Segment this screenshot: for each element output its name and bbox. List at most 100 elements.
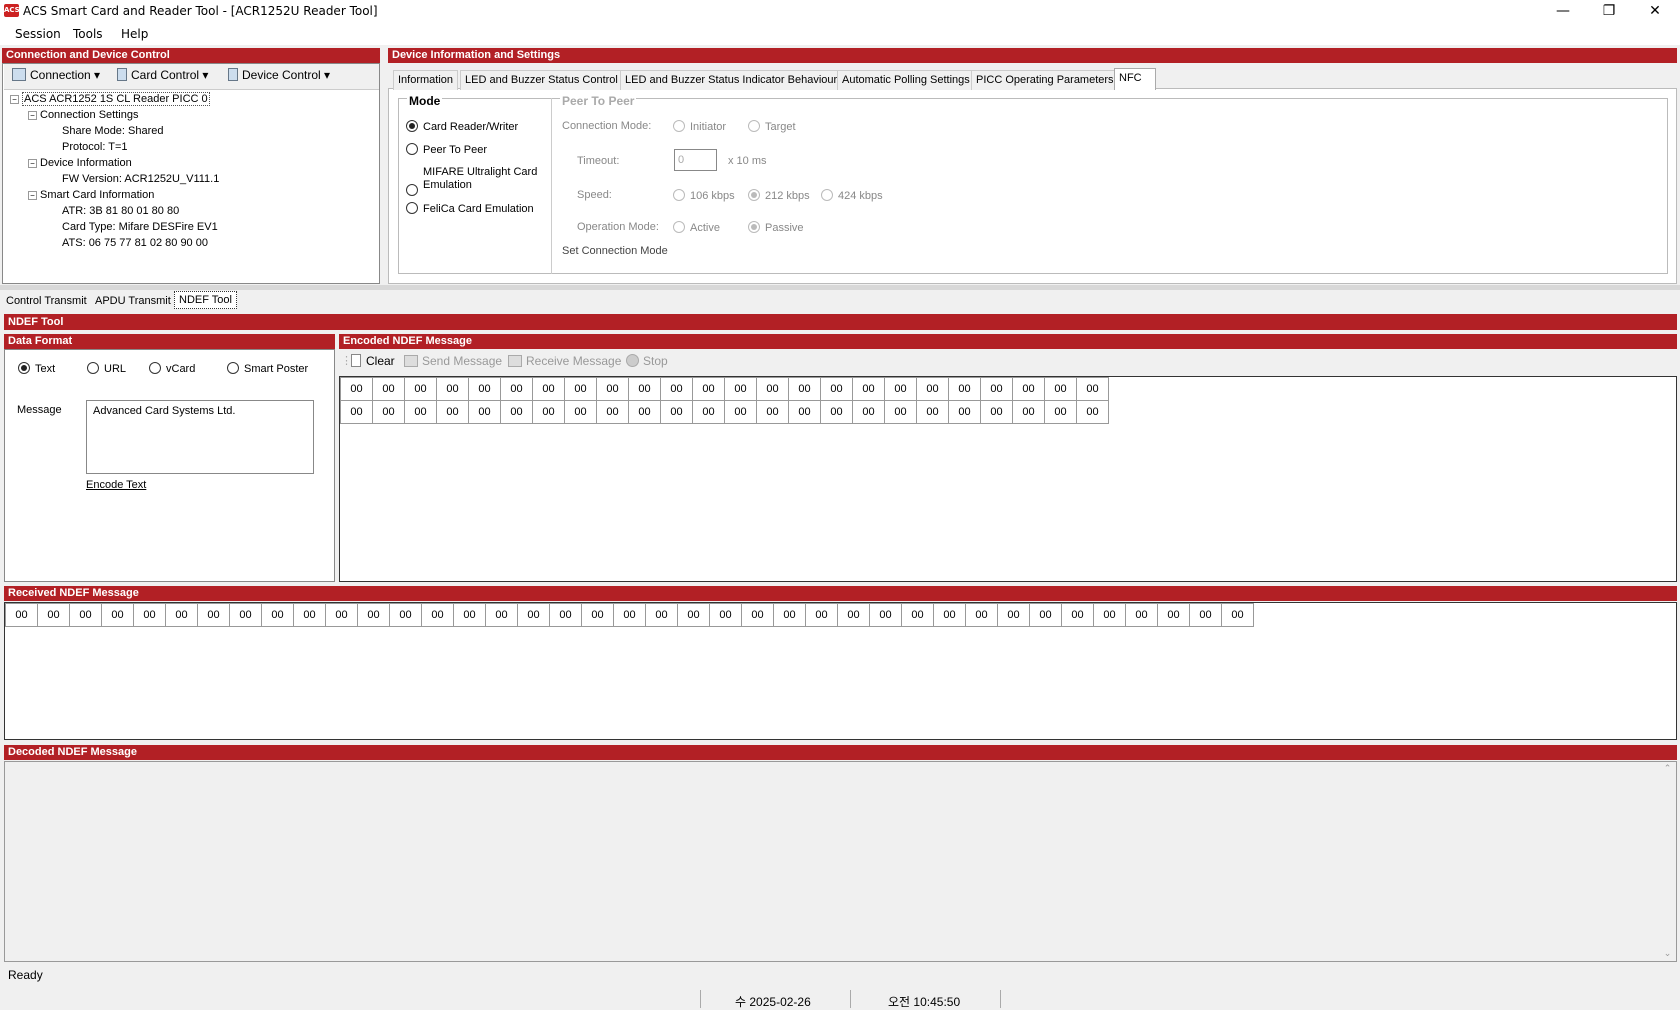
radio-icon[interactable] [673,221,685,233]
radio-icon[interactable] [748,221,760,233]
byte-cell[interactable]: 00 [404,377,437,401]
set-connection-mode-button[interactable]: Set Connection Mode [562,245,668,257]
byte-cell[interactable]: 00 [692,400,725,424]
byte-cell[interactable]: 00 [1076,400,1109,424]
tree-protocol[interactable]: Protocol: T=1 [62,141,128,153]
byte-cell[interactable]: 00 [660,400,693,424]
byte-cell[interactable]: 00 [517,603,550,627]
byte-cell[interactable]: 00 [468,400,501,424]
byte-cell[interactable]: 00 [613,603,646,627]
tab-control-transmit[interactable]: Control Transmit [2,292,91,312]
device-control-dropdown[interactable]: Device Control ▾ [228,68,330,82]
byte-cell[interactable]: 00 [1125,603,1158,627]
format-vcard[interactable]: vCard [149,362,195,375]
radio-icon[interactable] [406,184,418,196]
speed-212[interactable]: 212 kbps [748,189,810,202]
tree-smart-card-information[interactable]: − Smart Card Information [28,189,154,201]
byte-cell[interactable]: 00 [660,377,693,401]
tab-picc-parameters[interactable]: PICC Operating Parameters [971,70,1119,90]
byte-cell[interactable]: 00 [933,603,966,627]
byte-cell[interactable]: 00 [101,603,134,627]
byte-cell[interactable]: 00 [500,400,533,424]
splitter[interactable] [0,285,1680,290]
message-textarea[interactable]: Advanced Card Systems Ltd. [86,400,314,474]
byte-cell[interactable]: 00 [325,603,358,627]
radio-icon[interactable] [748,120,760,132]
byte-cell[interactable]: 00 [389,603,422,627]
byte-cell[interactable]: 00 [1061,603,1094,627]
minimize-button[interactable]: — [1540,0,1586,23]
byte-cell[interactable]: 00 [1189,603,1222,627]
byte-cell[interactable]: 00 [261,603,294,627]
radio-icon[interactable] [406,143,418,155]
radio-icon[interactable] [227,362,239,374]
menu-session[interactable]: Session [15,27,61,41]
byte-cell[interactable]: 00 [788,377,821,401]
receive-message-button[interactable]: Receive Message [508,354,621,368]
menu-tools[interactable]: Tools [73,27,103,41]
byte-cell[interactable]: 00 [820,400,853,424]
radio-icon[interactable] [149,362,161,374]
tree-connection-settings[interactable]: − Connection Settings [28,109,138,121]
byte-cell[interactable]: 00 [741,603,774,627]
byte-cell[interactable]: 00 [564,377,597,401]
tab-automatic-polling[interactable]: Automatic Polling Settings [837,70,975,90]
byte-cell[interactable]: 00 [1029,603,1062,627]
connection-dropdown[interactable]: Connection ▾ [12,68,100,82]
byte-cell[interactable]: 00 [692,377,725,401]
collapse-icon[interactable]: − [28,159,37,168]
byte-cell[interactable]: 00 [404,400,437,424]
byte-cell[interactable]: 00 [901,603,934,627]
byte-cell[interactable]: 00 [549,603,582,627]
menu-help[interactable]: Help [121,27,148,41]
byte-cell[interactable]: 00 [628,377,661,401]
scroll-down-icon[interactable]: ⌄ [1659,949,1676,959]
byte-cell[interactable]: 00 [628,400,661,424]
radio-icon[interactable] [87,362,99,374]
byte-cell[interactable]: 00 [820,377,853,401]
byte-cell[interactable]: 00 [197,603,230,627]
byte-cell[interactable]: 00 [980,400,1013,424]
byte-cell[interactable]: 00 [645,603,678,627]
collapse-icon[interactable]: − [28,111,37,120]
byte-cell[interactable]: 00 [372,377,405,401]
byte-cell[interactable]: 00 [773,603,806,627]
encode-text-link[interactable]: Encode Text [86,479,146,491]
byte-cell[interactable]: 00 [948,377,981,401]
byte-cell[interactable]: 00 [596,377,629,401]
byte-cell[interactable]: 00 [837,603,870,627]
tree-device-information[interactable]: − Device Information [28,157,132,169]
tab-information[interactable]: Information [393,70,459,90]
byte-cell[interactable]: 00 [581,603,614,627]
card-control-dropdown[interactable]: Card Control ▾ [117,68,208,82]
byte-cell[interactable]: 00 [500,377,533,401]
byte-cell[interactable]: 00 [5,603,38,627]
radio-icon[interactable] [18,362,30,374]
collapse-icon[interactable]: − [28,191,37,200]
byte-cell[interactable]: 00 [468,377,501,401]
byte-cell[interactable]: 00 [485,603,518,627]
byte-cell[interactable]: 00 [133,603,166,627]
byte-cell[interactable]: 00 [340,400,373,424]
mode-mifare-ultralight[interactable]: MIFARE Ultralight Card Emulation [406,166,537,196]
mode-card-reader-writer[interactable]: Card Reader/Writer [406,120,518,133]
byte-cell[interactable]: 00 [372,400,405,424]
speed-424[interactable]: 424 kbps [821,189,883,202]
byte-cell[interactable]: 00 [37,603,70,627]
byte-cell[interactable]: 00 [852,400,885,424]
byte-cell[interactable]: 00 [884,377,917,401]
byte-cell[interactable]: 00 [709,603,742,627]
byte-cell[interactable]: 00 [532,377,565,401]
tab-led-buzzer-behaviour[interactable]: LED and Buzzer Status Indicator Behaviou… [620,70,843,90]
byte-cell[interactable]: 00 [436,400,469,424]
mode-peer-to-peer[interactable]: Peer To Peer [406,143,487,156]
byte-cell[interactable]: 00 [756,377,789,401]
timeout-input[interactable]: 0 [674,149,717,171]
byte-cell[interactable]: 00 [293,603,326,627]
tab-nfc[interactable]: NFC [1114,68,1156,90]
byte-cell[interactable]: 00 [677,603,710,627]
byte-cell[interactable]: 00 [421,603,454,627]
speed-106[interactable]: 106 kbps [673,189,735,202]
byte-cell[interactable]: 00 [436,377,469,401]
stop-button[interactable]: Stop [626,354,668,368]
